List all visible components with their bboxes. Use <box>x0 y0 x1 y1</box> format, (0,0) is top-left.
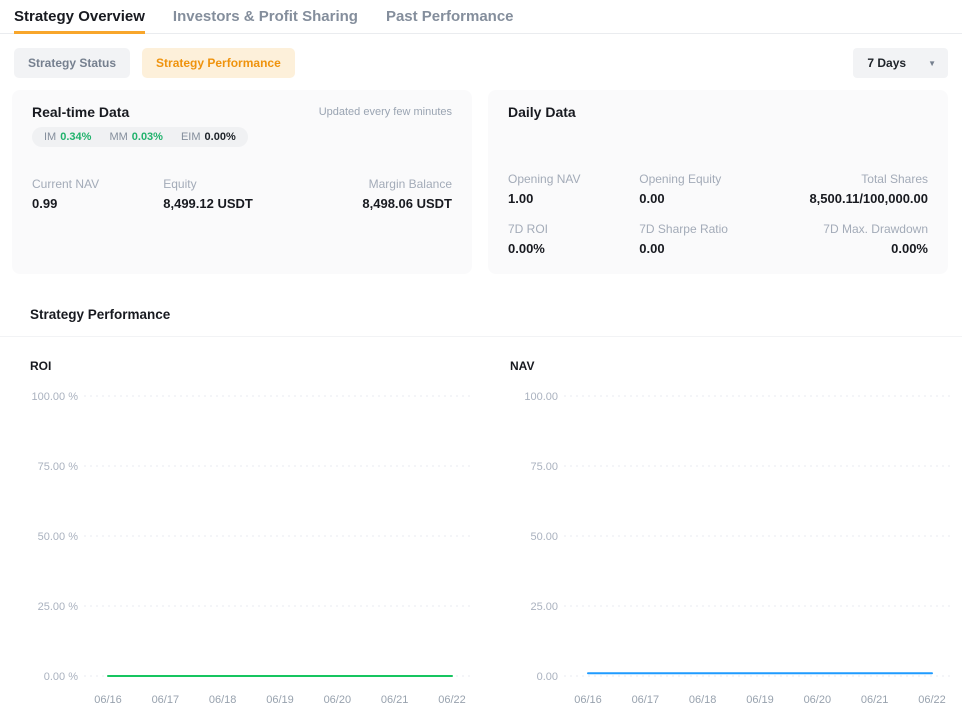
equity-stat: Equity 8,499.12 USDT <box>163 177 294 211</box>
svg-text:06/18: 06/18 <box>209 694 237 706</box>
charts-row: ROI 100.00 % 75.00 % 50.00 % 25.00 % 0.00 % 0… <box>0 337 962 716</box>
svg-text:0.00: 0.00 <box>537 671 558 683</box>
margin-balance-stat: Margin Balance 8,498.06 USDT <box>295 177 453 211</box>
svg-text:25.00 %: 25.00 % <box>38 601 79 613</box>
svg-text:06/16: 06/16 <box>574 694 602 706</box>
controls-row: Strategy Status Strategy Performance 7 D… <box>14 48 948 78</box>
eim-badge: EIM0.00% <box>181 131 236 143</box>
svg-text:06/18: 06/18 <box>689 694 717 706</box>
total-shares-stat: Total Shares 8,500.11/100,000.00 <box>771 172 929 206</box>
tab-investors-profit-sharing[interactable]: Investors & Profit Sharing <box>173 0 358 34</box>
mm-badge: MM0.03% <box>109 131 163 143</box>
svg-text:06/19: 06/19 <box>746 694 774 706</box>
chevron-down-icon: ▼ <box>928 59 936 68</box>
svg-text:06/17: 06/17 <box>632 694 660 706</box>
period-dropdown-value: 7 Days <box>867 56 906 70</box>
svg-text:100.00: 100.00 <box>524 391 558 403</box>
svg-text:75.00 %: 75.00 % <box>38 461 79 473</box>
roi-chart-block: ROI 100.00 % 75.00 % 50.00 % 25.00 % 0.00 % 0… <box>30 359 470 716</box>
svg-text:06/20: 06/20 <box>804 694 832 706</box>
svg-text:0.00 %: 0.00 % <box>44 671 78 683</box>
svg-text:06/22: 06/22 <box>918 694 946 706</box>
svg-text:100.00 %: 100.00 % <box>32 391 79 403</box>
subtab-strategy-status[interactable]: Strategy Status <box>14 48 130 78</box>
svg-text:50.00 %: 50.00 % <box>38 531 79 543</box>
subtab-strategy-performance[interactable]: Strategy Performance <box>142 48 295 78</box>
updated-note: Updated every few minutes <box>319 106 452 118</box>
margin-badges: IM0.34% MM0.03% EIM0.00% <box>32 127 248 147</box>
roi-chart: 100.00 % 75.00 % 50.00 % 25.00 % 0.00 % 06/16… <box>30 385 470 711</box>
7d-sharpe-ratio-stat: 7D Sharpe Ratio 0.00 <box>639 222 770 256</box>
top-tab-bar: Strategy Overview Investors & Profit Sha… <box>0 0 962 34</box>
opening-equity-stat: Opening Equity 0.00 <box>639 172 770 206</box>
nav-chart: 100.00 75.00 50.00 25.00 0.00 06/16 06/17 06/18… <box>510 385 950 711</box>
daily-data-card: Daily Data Opening NAV 1.00 Opening Equi… <box>488 90 948 274</box>
svg-text:06/22: 06/22 <box>438 694 466 706</box>
nav-chart-block: NAV 100.00 75.00 50.00 25.00 0.00 06/16 06/17 0… <box>510 359 950 716</box>
svg-text:06/19: 06/19 <box>266 694 294 706</box>
realtime-card-title: Real-time Data <box>32 104 129 120</box>
nav-chart-title: NAV <box>510 359 950 373</box>
7d-roi-stat: 7D ROI 0.00% <box>508 222 639 256</box>
svg-text:75.00: 75.00 <box>530 461 558 473</box>
tab-past-performance[interactable]: Past Performance <box>386 0 514 34</box>
period-dropdown[interactable]: 7 Days ▼ <box>853 48 948 78</box>
svg-text:06/21: 06/21 <box>381 694 409 706</box>
im-badge: IM0.34% <box>44 131 91 143</box>
svg-text:25.00: 25.00 <box>530 601 558 613</box>
svg-text:06/21: 06/21 <box>861 694 889 706</box>
svg-text:06/16: 06/16 <box>94 694 122 706</box>
data-cards-row: Real-time Data Updated every few minutes… <box>12 90 948 274</box>
tab-strategy-overview[interactable]: Strategy Overview <box>14 0 145 34</box>
svg-text:50.00: 50.00 <box>530 531 558 543</box>
svg-text:06/17: 06/17 <box>152 694 180 706</box>
roi-chart-title: ROI <box>30 359 470 373</box>
daily-card-title: Daily Data <box>508 104 576 120</box>
7d-max-drawdown-stat: 7D Max. Drawdown 0.00% <box>771 222 929 256</box>
svg-text:06/20: 06/20 <box>324 694 352 706</box>
current-nav-stat: Current NAV 0.99 <box>32 177 163 211</box>
opening-nav-stat: Opening NAV 1.00 <box>508 172 639 206</box>
strategy-performance-heading: Strategy Performance <box>30 307 962 322</box>
realtime-data-card: Real-time Data Updated every few minutes… <box>12 90 472 274</box>
